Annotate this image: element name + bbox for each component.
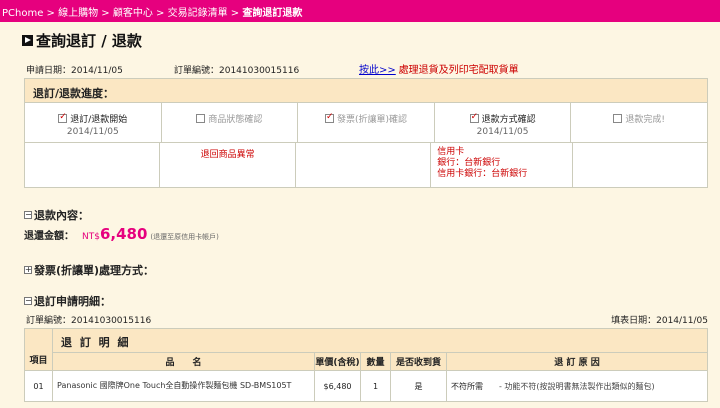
breadcrumb-item-customer-center[interactable]: 顧客中心 <box>113 8 153 19</box>
section-title-text: 發票(折讓單)處理方式： <box>34 264 155 277</box>
refund-label: 退還金額： <box>24 231 74 242</box>
apply-date: 申請日期：2014/11/05 <box>26 66 123 76</box>
breadcrumb-separator: > <box>152 8 168 19</box>
refund-amount-row: 退還金額： NT$ 6,480 (退還至原信用卡帳戶) <box>24 225 219 243</box>
section-detail[interactable]: − 退訂申請明細： <box>24 293 111 309</box>
reason-detail: - 功能不符(按說明書無法製作出類似的麵包) <box>499 381 655 391</box>
progress-notes: 退回商品異常 信用卡 銀行：台新銀行 信用卡銀行：台新銀行 <box>25 143 707 187</box>
breadcrumb-separator: > <box>227 8 243 19</box>
section-refund-content[interactable]: − 退款內容： <box>24 207 89 223</box>
breadcrumb-item-shopping[interactable]: 線上購物 <box>58 8 98 19</box>
detail-header-right: 退 訂 明 細 品 名 單價(含稅) 數量 是否收到貨 退 訂 原 因 <box>53 329 707 370</box>
breadcrumb-current: 查詢退訂退款 <box>242 8 303 19</box>
checked-checkbox-icon <box>324 112 334 123</box>
cell-qty: 1 <box>361 371 391 401</box>
collapse-minus-icon[interactable]: − <box>24 211 32 219</box>
column-header-qty: 數量 <box>361 353 391 370</box>
refund-currency: NT$ <box>82 232 100 242</box>
table-row: 01 Panasonic 國際牌One Touch全自動操作製麵包機 SD-BM… <box>25 371 707 401</box>
breadcrumb-separator: > <box>98 8 113 19</box>
expand-plus-icon[interactable]: + <box>24 266 32 274</box>
progress-title: 退訂/退款進度： <box>25 79 707 103</box>
step-date: 2014/11/05 <box>66 127 119 137</box>
note-line: 信用卡銀行：台新銀行 <box>437 169 528 179</box>
cell-price: $6,480 <box>315 371 361 401</box>
detail-table-header: 項目 退 訂 明 細 品 名 單價(含稅) 數量 是否收到貨 退 訂 原 因 <box>25 329 707 371</box>
section-title-text: 退款內容： <box>34 209 89 222</box>
breadcrumb-item-pchome[interactable]: PChome <box>2 8 43 19</box>
section-invoice[interactable]: + 發票(折讓單)處理方式： <box>24 262 154 278</box>
return-link-row: 按此>> 處理退貨及列印宅配取貨單 <box>359 61 519 76</box>
checked-checkbox-icon <box>469 112 479 123</box>
step-refund-method: 退款方式確認 2014/11/05 <box>435 103 572 142</box>
detail-columns: 品 名 單價(含稅) 數量 是否收到貨 退 訂 原 因 <box>53 353 707 370</box>
detail-table: 項目 退 訂 明 細 品 名 單價(含稅) 數量 是否收到貨 退 訂 原 因 0… <box>24 328 708 402</box>
cell-name: Panasonic 國際牌One Touch全自動操作製麵包機 SD-BMS10… <box>53 371 315 401</box>
unchecked-checkbox-icon <box>196 114 206 123</box>
detail-table-title: 退 訂 明 細 <box>53 329 707 353</box>
note-empty <box>25 143 161 187</box>
checked-checkbox-icon <box>58 112 68 123</box>
breadcrumb-item-transaction-list[interactable]: 交易記錄清單 <box>168 8 228 19</box>
order-number: 訂單編號：20141030015116 <box>174 66 300 76</box>
step-label: 發票(折讓單)確認 <box>336 115 407 125</box>
return-process-desc: 處理退貨及列印宅配取貨單 <box>398 65 519 76</box>
note-line: 信用卡 <box>437 147 465 157</box>
reason-main: 不符所需 <box>451 381 483 391</box>
return-process-link[interactable]: 按此>> <box>359 65 396 76</box>
cell-received: 是 <box>391 371 447 401</box>
refund-amount: 6,480 <box>99 225 148 243</box>
note-refund-method: 信用卡 銀行：台新銀行 信用卡銀行：台新銀行 <box>431 143 573 187</box>
column-header-name: 品 名 <box>53 353 315 370</box>
detail-order-number: 訂單編號：20141030015116 <box>26 316 152 326</box>
refund-note: (退還至原信用卡帳戶) <box>150 233 219 241</box>
section-title-text: 退訂申請明細： <box>34 295 111 308</box>
note-product-abnormal: 退回商品異常 <box>160 143 296 187</box>
note-empty <box>296 143 432 187</box>
page-title: 查詢退訂 / 退款 <box>22 30 142 51</box>
note-empty <box>573 143 707 187</box>
note-line: 銀行：台新銀行 <box>437 158 501 168</box>
arrow-right-icon <box>22 35 33 46</box>
step-label: 退款方式確認 <box>481 115 536 125</box>
step-invoice-check: 發票(折讓單)確認 <box>298 103 435 142</box>
column-header-price: 單價(含稅) <box>315 353 361 370</box>
step-date: 2014/11/05 <box>476 127 529 137</box>
column-header-item: 項目 <box>25 329 53 370</box>
column-header-reason: 退 訂 原 因 <box>554 358 600 368</box>
page-title-text: 查詢退訂 / 退款 <box>36 32 142 50</box>
unchecked-checkbox-icon <box>613 114 623 123</box>
step-label: 商品狀態確認 <box>208 115 263 125</box>
breadcrumb-bar: PChome > 線上購物 > 顧客中心 > 交易記錄清單 > 查詢退訂退款 <box>0 0 720 22</box>
step-label: 退款完成! <box>625 115 665 125</box>
progress-panel: 退訂/退款進度： 退訂/退款開始 2014/11/05 商品狀態確認 發票(折讓… <box>24 78 708 188</box>
cell-reason: 不符所需 - 功能不符(按說明書無法製作出類似的麵包) <box>447 371 707 401</box>
column-header-received: 是否收到貨 <box>391 353 447 370</box>
step-refund-start: 退訂/退款開始 2014/11/05 <box>25 103 162 142</box>
breadcrumb-separator: > <box>43 8 59 19</box>
step-product-check: 商品狀態確認 <box>162 103 299 142</box>
detail-fill-date: 填表日期：2014/11/05 <box>611 316 708 326</box>
step-label: 退訂/退款開始 <box>70 115 128 125</box>
step-refund-complete: 退款完成! <box>571 103 707 142</box>
collapse-minus-icon[interactable]: − <box>24 297 32 305</box>
progress-steps: 退訂/退款開始 2014/11/05 商品狀態確認 發票(折讓單)確認 退款方式… <box>25 103 707 143</box>
cell-item: 01 <box>25 371 53 401</box>
